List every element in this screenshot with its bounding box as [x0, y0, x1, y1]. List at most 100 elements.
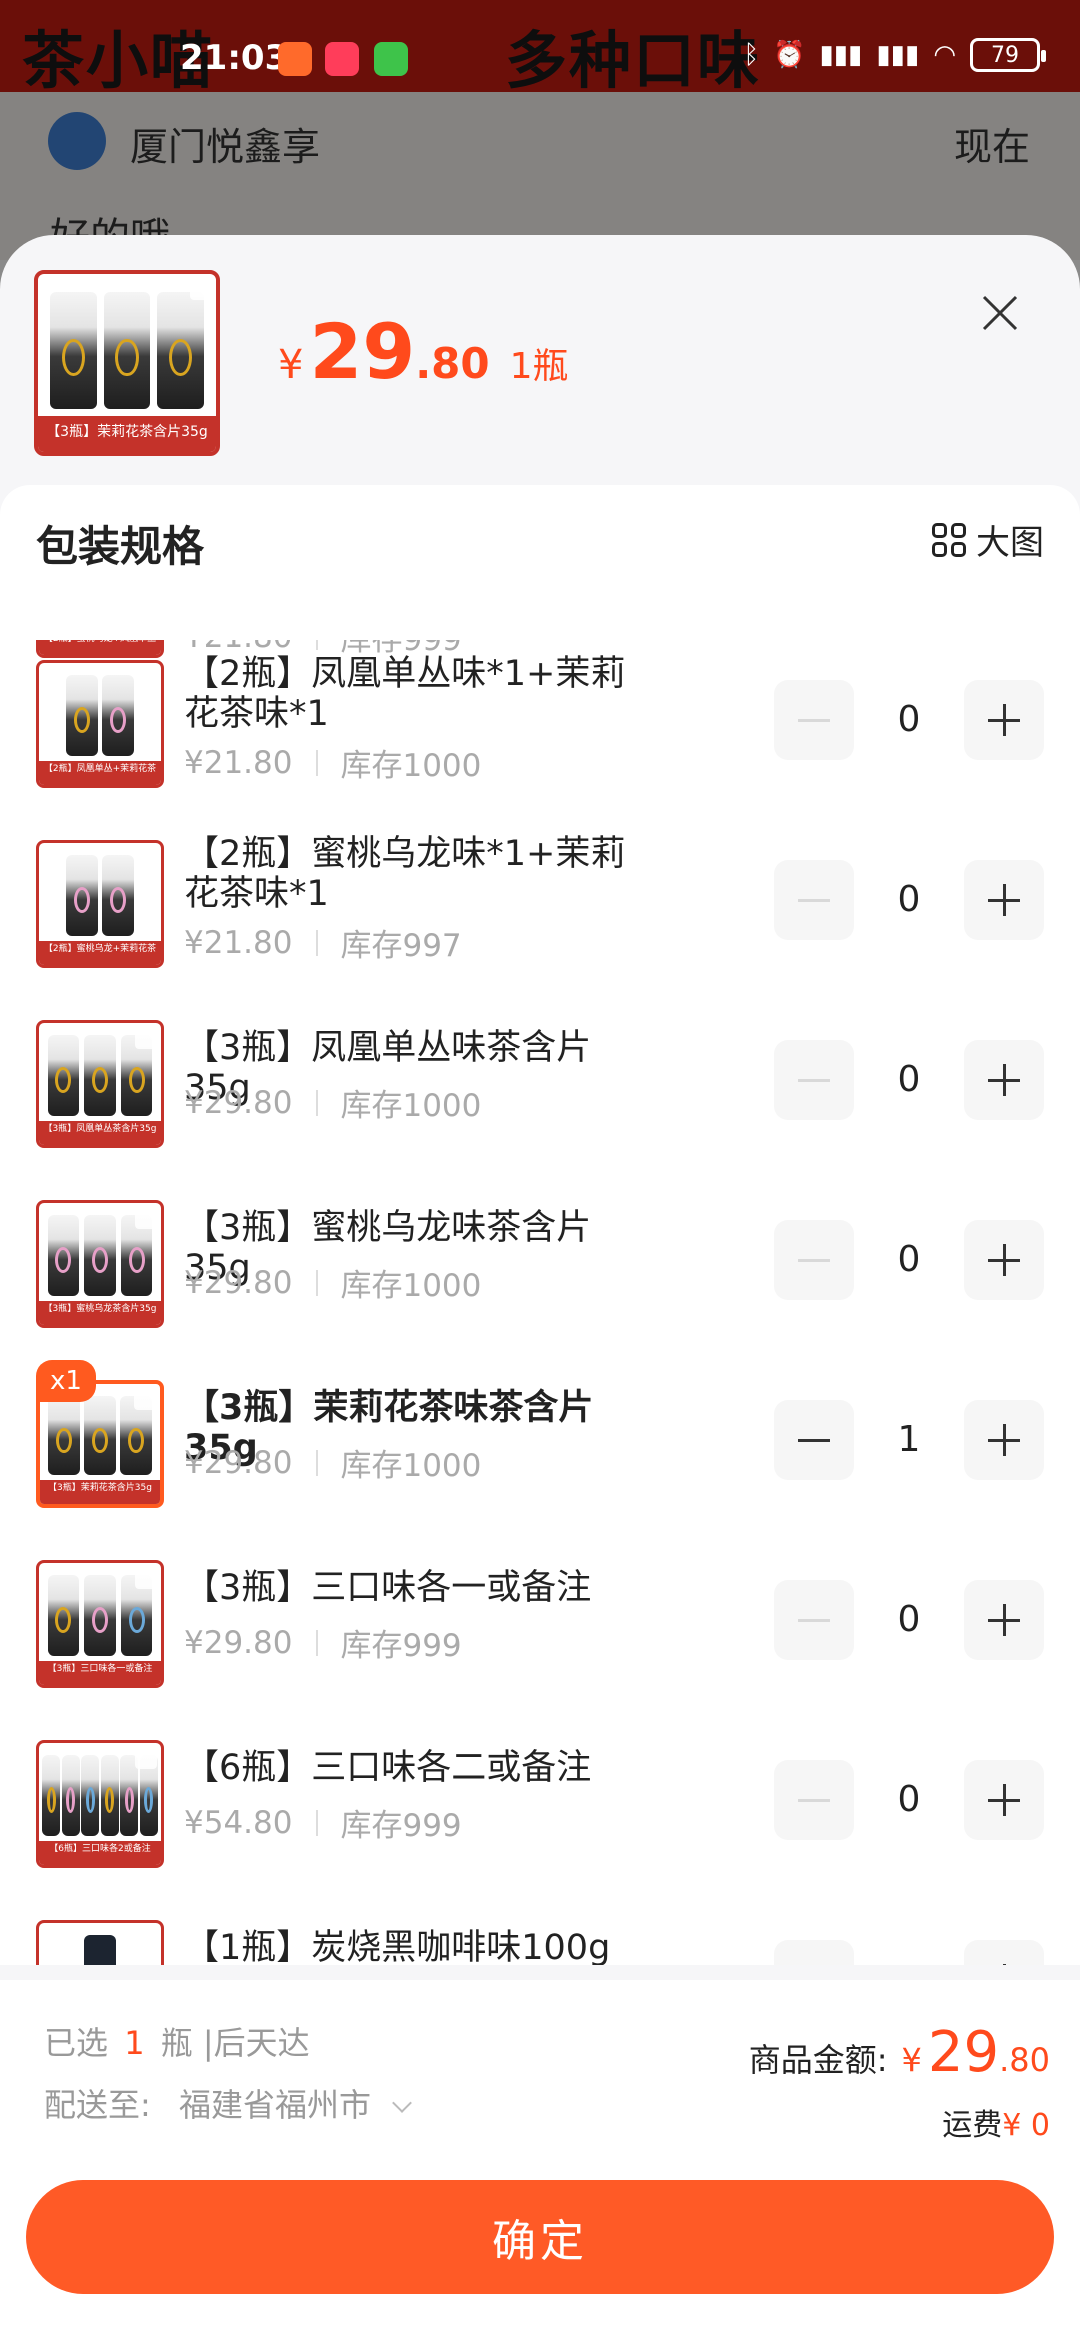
variant-row[interactable]: 【2瓶】凤凰单丛+茉莉花茶 【2瓶】凤凰单丛味*1+茉莉花茶味*1 ¥21.80 库存… — [0, 640, 1080, 800]
minus-icon — [798, 1078, 830, 1082]
quantity-stepper — [774, 1940, 1044, 1965]
confirm-button[interactable]: 确定 — [26, 2180, 1054, 2294]
quantity-stepper: 0 — [774, 680, 1044, 760]
app-notification-icon — [325, 42, 359, 76]
increase-button[interactable] — [964, 1760, 1044, 1840]
shipping-label: 运费 — [942, 2108, 1003, 2143]
variant-thumb[interactable]: 【6瓶】三口味各2或备注 — [36, 1740, 164, 1868]
deliver-label: 配送至: — [44, 2086, 151, 2124]
increase-button[interactable] — [964, 680, 1044, 760]
variant-thumb[interactable]: 【3瓶】三口味各一或备注 — [36, 1560, 164, 1688]
variant-row[interactable]: 【3瓶】凤凰单丛茶含片35g 【3瓶】凤凰单丛味茶含片35g ¥29.80 库存100… — [0, 1000, 1080, 1160]
variant-row[interactable]: 【6瓶】三口味各2或备注 【6瓶】三口味各二或备注 ¥54.80 库存999 0 — [0, 1720, 1080, 1880]
close-button[interactable] — [970, 283, 1030, 343]
thumb-label: 【3瓶】茉莉花茶含片35g — [38, 416, 216, 452]
decrease-button[interactable] — [774, 680, 854, 760]
variant-thumb[interactable]: 【2瓶】蜜桃乌龙+茉莉花茶 — [36, 840, 164, 968]
selected-product-image[interactable]: 【3瓶】茉莉花茶含片35g — [34, 270, 220, 456]
quantity-value[interactable]: 0 — [854, 860, 964, 940]
quantity-value[interactable]: 0 — [854, 1040, 964, 1120]
big-picture-toggle[interactable]: 大图 — [932, 515, 1044, 564]
variant-thumb[interactable]: 【2瓶】凤凰单丛+茉莉花茶 — [36, 660, 164, 788]
decrease-button[interactable] — [774, 860, 854, 940]
zoom-icon — [135, 1207, 157, 1229]
zoom-icon — [135, 1027, 157, 1049]
amount-summary: 商品金额: ¥ 29 .80 — [749, 2020, 1050, 2085]
increase-button[interactable] — [964, 1400, 1044, 1480]
decrease-button[interactable] — [774, 1580, 854, 1660]
app-notification-icon — [374, 42, 408, 76]
variant-stock: 库存1000 — [340, 1088, 482, 1124]
variant-row[interactable]: x1 【3瓶】茉莉花茶含片35g 【3瓶】茉莉花茶味茶含片35g ¥29.80 库存10… — [0, 1360, 1080, 1520]
wifi-icon: ◠ — [933, 40, 956, 70]
variant-price: ¥29.80 — [184, 1444, 293, 1481]
variant-stock: 库存1000 — [340, 748, 482, 784]
variant-stock: 库存997 — [340, 928, 462, 964]
quantity-stepper: 0 — [774, 1760, 1044, 1840]
thumb-label: 【3瓶】三口味各一或备注 — [39, 1660, 161, 1685]
quantity-stepper: 0 — [774, 1040, 1044, 1120]
decrease-button[interactable] — [774, 1940, 854, 1965]
variant-meta: ¥21.80 库存1000 — [184, 740, 481, 785]
quantity-stepper: 0 — [774, 860, 1044, 940]
zoom-icon — [135, 1747, 157, 1769]
minus-icon — [798, 1798, 830, 1802]
quantity-value[interactable] — [854, 1940, 964, 1965]
variant-stock: 库存1000 — [340, 1268, 482, 1304]
variant-stock: 库存999 — [340, 1808, 462, 1844]
deliver-value: 福建省福州市 — [178, 2086, 371, 2124]
zoom-icon — [135, 1567, 157, 1589]
variant-row[interactable]: 【2瓶】蜜桃乌龙+茉莉花茶 【2瓶】蜜桃乌龙味*1+茉莉花茶味*1 ¥21.80 库存… — [0, 820, 1080, 980]
quantity-value[interactable]: 0 — [854, 680, 964, 760]
variant-list[interactable]: 【2瓶】蜜桃乌龙+凤凰单丛 ¥21.80 库存999 【2瓶】凤凰单丛+茉莉花茶… — [0, 640, 1080, 1965]
minus-icon — [798, 898, 830, 902]
variant-price: ¥29.80 — [184, 1084, 293, 1121]
variant-row[interactable]: 【3瓶】蜜桃乌龙茶含片35g 【3瓶】蜜桃乌龙味茶含片35g ¥29.80 库存100… — [0, 1180, 1080, 1340]
quantity-value[interactable]: 0 — [854, 1760, 964, 1840]
amount-integer: 29 — [927, 2020, 1000, 2085]
variant-name: 【2瓶】凤凰单丛味*1+茉莉花茶味*1 — [184, 654, 626, 734]
variant-meta: ¥29.80 库存1000 — [184, 1260, 481, 1305]
price-decimal: .80 — [415, 339, 490, 388]
variant-meta: ¥54.80 库存999 — [184, 1800, 462, 1845]
variant-meta: ¥29.80 库存1000 — [184, 1440, 481, 1485]
selected-price: ¥ 29 .80 1瓶 — [278, 307, 569, 396]
quantity-value[interactable]: 0 — [854, 1580, 964, 1660]
thumb-label: 【2瓶】蜜桃乌龙+茉莉花茶 — [39, 940, 161, 965]
selected-summary: 已选 1 瓶 |后天达 — [44, 2018, 310, 2064]
variant-row[interactable]: 【1瓶】炭烧黑咖啡味100g — [0, 1900, 1080, 1965]
zoom-icon — [134, 1388, 156, 1410]
variant-stock: 库存999 — [340, 1628, 462, 1664]
variant-thumb[interactable] — [36, 1920, 164, 1965]
zoom-icon — [135, 847, 157, 869]
quantity-value[interactable]: 0 — [854, 1220, 964, 1300]
decrease-button[interactable] — [774, 1220, 854, 1300]
variant-price: ¥54.80 — [184, 1804, 293, 1841]
shipping-value: ¥ 0 — [1002, 2108, 1050, 2143]
delivery-address[interactable]: 配送至: 福建省福州市 — [44, 2080, 413, 2126]
minus-icon — [798, 1258, 830, 1262]
selected-suffix: 瓶 |后天达 — [160, 2024, 310, 2062]
variant-thumb[interactable]: 【3瓶】凤凰单丛茶含片35g — [36, 1020, 164, 1148]
increase-button[interactable] — [964, 1580, 1044, 1660]
quantity-value[interactable]: 1 — [854, 1400, 964, 1480]
variant-name: 【1瓶】炭烧黑咖啡味100g — [184, 1928, 611, 1965]
increase-button[interactable] — [964, 1940, 1044, 1965]
increase-button[interactable] — [964, 1040, 1044, 1120]
variant-price: ¥21.80 — [184, 924, 293, 961]
decrease-button[interactable] — [774, 1400, 854, 1480]
variant-thumb[interactable]: 【3瓶】蜜桃乌龙茶含片35g — [36, 1200, 164, 1328]
variant-row[interactable]: 【3瓶】三口味各一或备注 【3瓶】三口味各一或备注 ¥29.80 库存999 0 — [0, 1540, 1080, 1700]
decrease-button[interactable] — [774, 1040, 854, 1120]
increase-button[interactable] — [964, 860, 1044, 940]
bluetooth-icon: ᛒ — [743, 40, 760, 70]
increase-button[interactable] — [964, 1220, 1044, 1300]
battery-icon: 79 — [970, 38, 1046, 72]
close-icon — [982, 295, 1018, 331]
thumb-label: 【6瓶】三口味各2或备注 — [39, 1840, 161, 1865]
variant-price: ¥29.80 — [184, 1624, 293, 1661]
signal-icon: ▮▮▮ — [876, 40, 920, 70]
decrease-button[interactable] — [774, 1760, 854, 1840]
selected-count: 1 — [124, 2024, 145, 2062]
quantity-stepper: 0 — [774, 1220, 1044, 1300]
